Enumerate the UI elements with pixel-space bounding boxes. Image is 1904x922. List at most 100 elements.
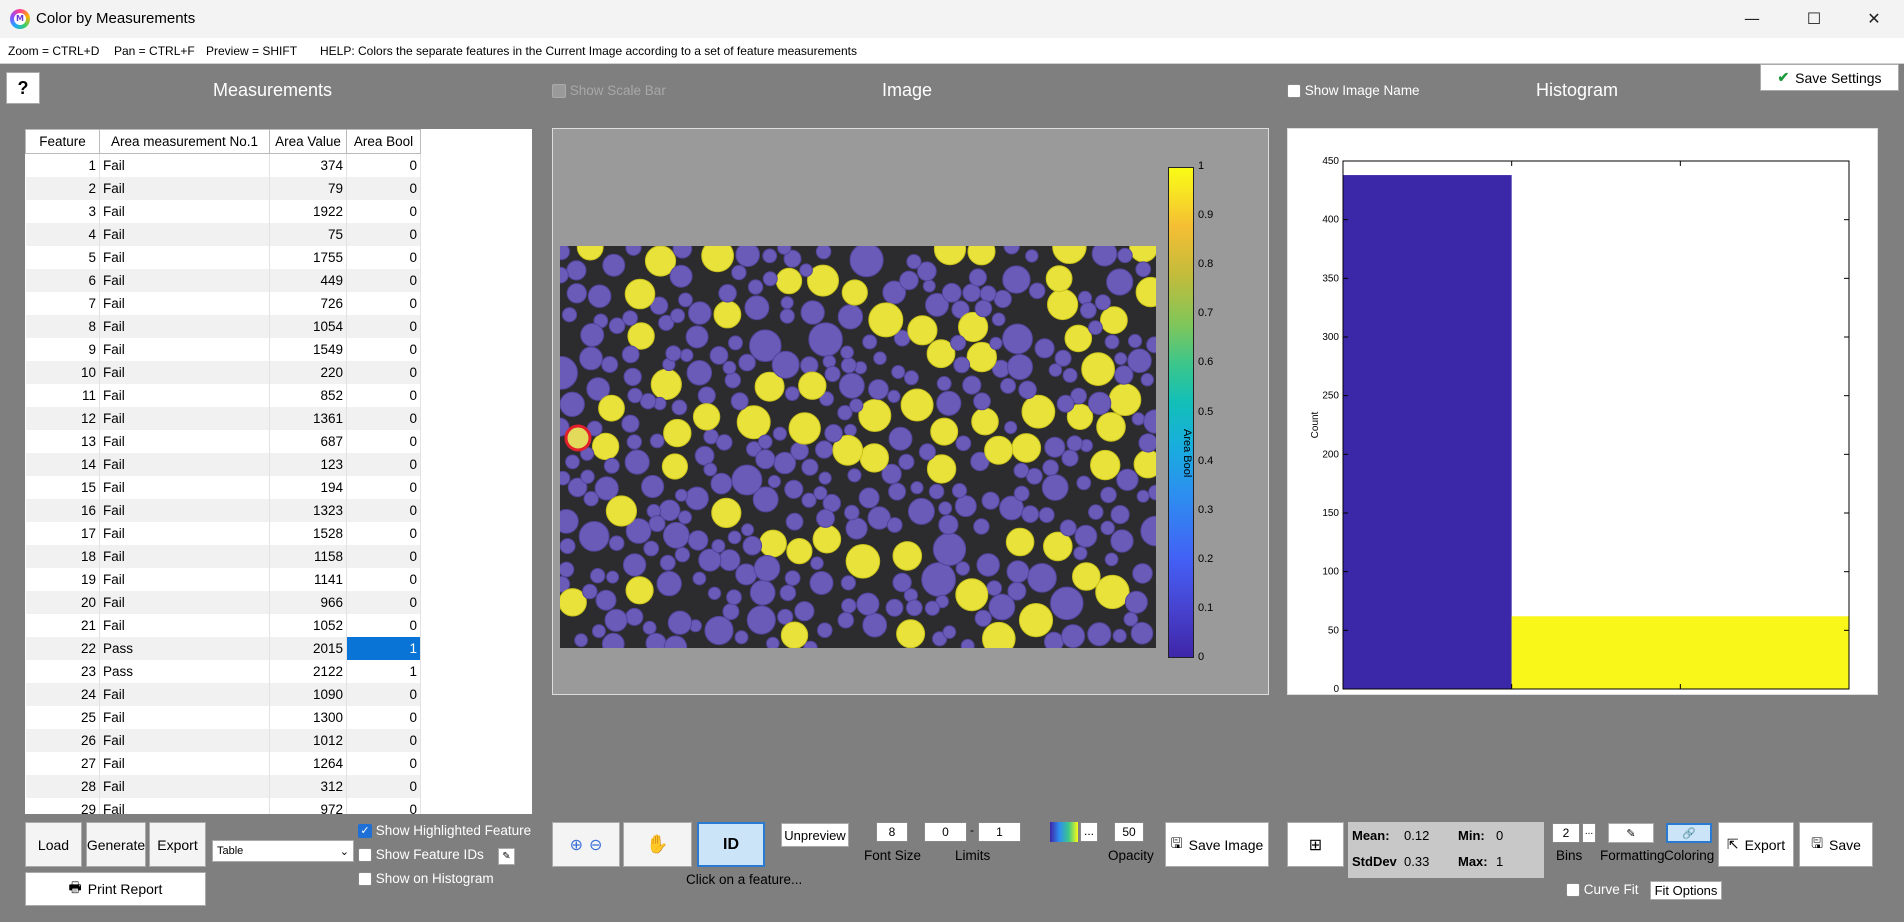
particle-pass[interactable] [663,418,692,448]
particle-fail[interactable] [621,345,640,364]
particle-fail[interactable] [578,521,610,552]
particle-fail[interactable] [758,434,773,450]
result-cell[interactable]: Pass [99,636,270,660]
coloring-link-icon[interactable]: 🔗 [1666,823,1712,843]
particle-fail[interactable] [808,322,843,357]
particle-fail[interactable] [779,308,795,324]
particle-fail[interactable] [1050,586,1084,621]
particle-pass[interactable] [859,443,889,473]
particle-fail[interactable] [960,638,975,648]
particle-fail[interactable] [718,284,737,303]
edit-feature-ids-icon[interactable]: ✎ [498,848,515,865]
particle-fail[interactable] [953,356,971,374]
particle-fail[interactable] [716,434,733,451]
particle-fail[interactable] [955,435,972,452]
particle-fail[interactable] [899,270,919,291]
particle-fail[interactable] [818,471,832,485]
particle-fail[interactable] [910,481,924,495]
particle-fail[interactable] [746,605,776,635]
particle-pass[interactable] [930,417,959,446]
particle-fail[interactable] [962,375,982,395]
particle-fail[interactable] [1013,462,1030,479]
pan-hand-icon[interactable]: ✋ [623,822,692,867]
particle-fail[interactable] [1131,412,1145,426]
particle-pass[interactable] [786,538,813,565]
particle-fail[interactable] [991,312,1006,327]
particle-fail[interactable] [694,445,715,466]
feature-cell[interactable]: 28 [25,774,100,798]
particle-fail[interactable] [924,600,940,616]
area-bool-cell[interactable]: 0 [346,429,421,453]
area-bool-cell[interactable]: 0 [346,774,421,798]
particle-fail[interactable] [1114,365,1134,385]
particle-fail[interactable] [856,592,880,616]
particle-fail[interactable] [815,440,834,459]
particle-pass[interactable] [711,497,742,528]
particle-pass[interactable] [1108,383,1142,416]
area-bool-cell[interactable]: 0 [346,176,421,200]
particle-fail[interactable] [951,483,968,499]
area-value-cell[interactable]: 75 [269,222,347,246]
particle-fail[interactable] [849,246,884,278]
particle-fail[interactable] [1056,394,1075,413]
particle-fail[interactable] [665,345,682,362]
particle-fail[interactable] [1061,624,1086,648]
feature-cell[interactable]: 10 [25,360,100,384]
particle-pass[interactable] [1045,265,1073,292]
particle-fail[interactable] [711,539,726,553]
minimize-button[interactable]: — [1724,0,1780,38]
particle-fail[interactable] [735,563,758,586]
particle-fail[interactable] [623,367,642,387]
particle-pass[interactable] [892,541,923,571]
area-value-cell[interactable]: 1090 [269,682,347,706]
particle-pass[interactable] [812,524,842,554]
particle-fail[interactable] [809,571,834,595]
close-button[interactable]: ✕ [1846,0,1902,38]
particle-pass[interactable] [1072,562,1101,591]
feature-cell[interactable]: 17 [25,521,100,545]
particle-pass[interactable] [971,407,999,436]
particle-fail[interactable] [941,282,962,303]
particle-fail[interactable] [625,607,644,626]
particle-fail[interactable] [738,353,756,372]
area-value-cell[interactable]: 1922 [269,199,347,223]
result-cell[interactable]: Fail [99,406,270,430]
particle-fail[interactable] [1136,489,1150,503]
show-on-histogram-checkbox[interactable]: Show on Histogram [358,871,494,887]
particle-fail[interactable] [688,301,712,325]
particle-pass[interactable] [1005,527,1035,557]
particle-fail[interactable] [724,372,742,389]
particle-fail[interactable] [697,386,716,405]
area-value-cell[interactable]: 1052 [269,613,347,637]
particle-fail[interactable] [800,356,819,375]
feature-cell[interactable]: 3 [25,199,100,223]
table-row[interactable]: 8 Fail 1054 0 [25,314,421,338]
result-cell[interactable]: Fail [99,291,270,315]
particle-fail[interactable] [844,504,860,521]
particle-fail[interactable] [993,289,1012,309]
result-cell[interactable]: Fail [99,774,270,798]
particle-pass[interactable] [701,246,734,273]
particle-fail[interactable] [747,279,764,295]
col-area-value[interactable]: Area Value [269,129,347,154]
table-row[interactable]: 15 Fail 194 0 [25,475,421,499]
export-table-button[interactable]: Export [149,822,206,867]
particle-pass[interactable] [868,302,904,338]
feature-cell[interactable]: 20 [25,590,100,614]
area-bool-cell[interactable]: 0 [346,498,421,522]
feature-cell[interactable]: 26 [25,728,100,752]
particle-fail[interactable] [938,501,953,516]
particle-fail[interactable] [862,612,888,638]
area-bool-cell[interactable]: 0 [346,797,421,814]
area-value-cell[interactable]: 1528 [269,521,347,545]
particle-fail[interactable] [784,479,804,499]
particle-fail[interactable] [1123,611,1139,627]
particle-fail[interactable] [936,376,952,391]
area-bool-cell[interactable]: 0 [346,314,421,338]
area-value-cell[interactable]: 1323 [269,498,347,522]
particle-fail[interactable] [703,462,718,477]
particle-fail[interactable] [583,491,599,507]
particle-fail[interactable] [735,246,760,267]
feature-cell[interactable]: 11 [25,383,100,407]
particle-fail[interactable] [887,389,901,403]
